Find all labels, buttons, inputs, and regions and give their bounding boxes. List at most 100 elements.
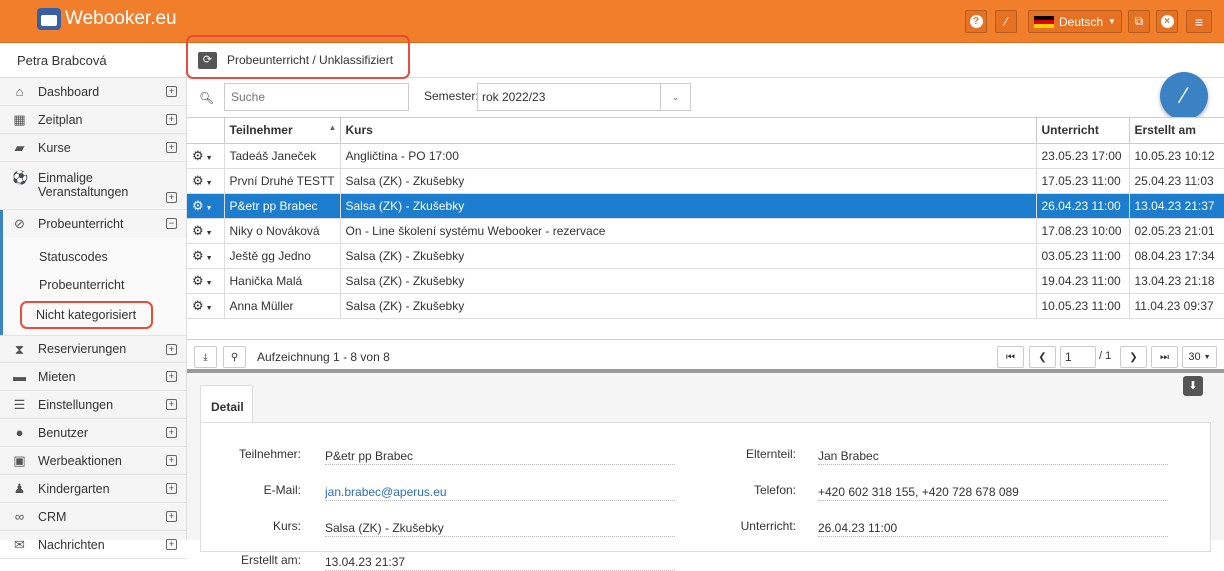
- expand-icon[interactable]: +: [166, 86, 177, 97]
- sidebar-item-kindergarten[interactable]: ♟ Kindergarten +: [0, 475, 186, 503]
- collapse-down-icon[interactable]: ⬇: [1183, 376, 1203, 396]
- download-button[interactable]: ⤓: [194, 346, 217, 368]
- column-erstellt-am[interactable]: Erstellt am: [1129, 118, 1224, 144]
- eye-slash-icon: ⊘: [14, 216, 25, 231]
- expand-icon[interactable]: +: [166, 344, 177, 355]
- external-link-button[interactable]: ⧉: [1128, 10, 1150, 33]
- sidebar-item-werbeaktionen[interactable]: ▣ Werbeaktionen +: [0, 447, 186, 475]
- search-icon[interactable]: 🔍︎: [199, 91, 214, 105]
- row-actions[interactable]: ⚙ ▼: [187, 218, 225, 244]
- sidebar-item-probeunterricht[interactable]: ⊘ Probeunterricht −: [0, 210, 186, 238]
- close-button[interactable]: ×: [1156, 10, 1178, 33]
- table-row[interactable]: ⚙ ▼ Hanička Malá Salsa (ZK) - Zkušebky 19.04…: [187, 268, 1224, 294]
- expand-icon[interactable]: +: [166, 371, 177, 382]
- table-row[interactable]: ⚙ ▼ Niky o Nováková On - Line školení systé…: [187, 218, 1224, 244]
- page-input[interactable]: 1: [1060, 346, 1096, 368]
- sidebar-item-benutzer[interactable]: ● Benutzer +: [0, 419, 186, 447]
- magic-wand-button[interactable]: ⁄: [1160, 72, 1208, 120]
- search-button[interactable]: ⚲: [223, 346, 246, 368]
- column-unterricht[interactable]: Unterricht: [1036, 118, 1130, 144]
- handshake-icon: ∞: [14, 509, 25, 524]
- tab-detail[interactable]: Detail: [200, 385, 253, 423]
- sidebar-item-mieten[interactable]: ▬ Mieten +: [0, 363, 186, 391]
- highlight-box: [186, 35, 410, 79]
- logo[interactable]: Webooker.eu: [37, 8, 177, 30]
- telefon-value: +420 602 318 155, +420 728 678 089: [818, 481, 1168, 501]
- subitem-probeunterricht[interactable]: Probeunterricht: [0, 272, 186, 299]
- kurs-label: Kurs:: [272, 519, 301, 533]
- sidebar-item-einmalige-veranstaltungen[interactable]: ⚽ Einmalige Veranstaltungen +: [0, 162, 186, 210]
- table-row[interactable]: ⚙ ▼ Tadeáš Janeček Angličtina - PO 17:00 23.…: [187, 143, 1224, 169]
- magic-button[interactable]: ⁄: [995, 10, 1017, 33]
- table-row[interactable]: ⚙ ▼ Anna Müller Salsa (ZK) - Zkušebky 10.05.…: [187, 293, 1224, 319]
- sidebar: Petra Brabcová ⌂ Dashboard + ▦ Zeitplan + ▰ K…: [0, 43, 187, 559]
- subitem-statuscodes[interactable]: Statuscodes: [0, 238, 186, 272]
- subitem-nicht-kategorisiert[interactable]: Nicht kategorisiert: [36, 308, 136, 322]
- table-cell: 19.04.23 11:00: [1036, 268, 1130, 294]
- sidebar-item-label: CRM: [38, 509, 67, 524]
- help-button[interactable]: ?: [965, 10, 987, 33]
- collapse-icon[interactable]: −: [166, 218, 177, 229]
- sidebar-item-einstellungen[interactable]: ☰ Einstellungen +: [0, 391, 186, 419]
- language-select[interactable]: Deutsch ▼: [1028, 10, 1122, 33]
- caret-down-icon: ▼: [1108, 17, 1116, 26]
- external-link-icon: ⧉: [1134, 14, 1144, 28]
- gear-icon: ⚙: [192, 197, 204, 213]
- column-label: Teilnehmer: [229, 123, 293, 138]
- sidebar-item-crm[interactable]: ∞ CRM +: [0, 503, 186, 531]
- expand-icon[interactable]: +: [166, 455, 177, 466]
- sidebar-item-zeitplan[interactable]: ▦ Zeitplan +: [0, 106, 186, 134]
- teilnehmer-value: P&etr pp Brabec: [325, 445, 675, 465]
- sidebar-item-dashboard[interactable]: ⌂ Dashboard +: [0, 78, 186, 106]
- expand-icon[interactable]: +: [166, 511, 177, 522]
- last-page-icon: ⏭: [1160, 351, 1169, 363]
- expand-icon[interactable]: +: [166, 192, 177, 203]
- menu-button[interactable]: ≡: [1186, 10, 1212, 33]
- table-cell: Salsa (ZK) - Zkušebky: [340, 293, 1037, 319]
- gear-icon: ⚙: [192, 272, 204, 288]
- row-actions[interactable]: ⚙ ▼: [187, 193, 225, 219]
- row-actions[interactable]: ⚙ ▼: [187, 243, 225, 269]
- table-cell: On - Line školení systému Webooker - rez…: [340, 218, 1037, 244]
- page-total: / 1: [1099, 350, 1112, 362]
- prev-page-button[interactable]: ❮: [1029, 346, 1056, 368]
- row-actions[interactable]: ⚙ ▼: [187, 268, 225, 294]
- next-page-button[interactable]: ❯: [1120, 346, 1147, 368]
- email-link[interactable]: jan.brabec@aperus.eu: [325, 481, 675, 501]
- sidebar-item-label: Probeunterricht: [38, 217, 124, 231]
- expand-icon[interactable]: +: [166, 142, 177, 153]
- sidebar-item-kurse[interactable]: ▰ Kurse +: [0, 134, 186, 162]
- caret-down-icon: ▼: [205, 279, 213, 287]
- sidebar-item-label: Kindergarten: [38, 481, 110, 496]
- row-actions[interactable]: ⚙ ▼: [187, 143, 225, 169]
- caret-down-icon: ▼: [205, 229, 213, 237]
- semester-select[interactable]: rok 2022/23 ⌄: [477, 83, 691, 111]
- table-cell: 25.04.23 11:03: [1129, 168, 1224, 194]
- table-row[interactable]: ⚙ ▼ Ještě gg Jedno Salsa (ZK) - Zkušebky 03.…: [187, 243, 1224, 269]
- table-row[interactable]: ⚙ ▼ První Druhé TESTT Salsa (ZK) - Zkušebky…: [187, 168, 1224, 194]
- table-row[interactable]: ⚙ ▼ P&etr pp Brabec Salsa (ZK) - Zkušebky 26…: [187, 193, 1224, 219]
- column-kurs[interactable]: Kurs: [340, 118, 1037, 144]
- search-input[interactable]: [224, 83, 409, 111]
- table-cell: P&etr pp Brabec: [224, 193, 341, 219]
- expand-icon[interactable]: +: [166, 114, 177, 125]
- table-cell: 03.05.23 11:00: [1036, 243, 1130, 269]
- sliders-icon: ☰: [13, 397, 26, 412]
- sidebar-item-label: Reservierungen: [38, 342, 127, 356]
- sidebar-item-nachrichten[interactable]: ✉ Nachrichten +: [0, 531, 186, 559]
- last-page-button[interactable]: ⏭: [1151, 346, 1178, 368]
- expand-icon[interactable]: +: [166, 539, 177, 550]
- detail-panel: ⬇ Detail Teilnehmer: P&etr pp Brabec E-M…: [187, 373, 1224, 571]
- row-actions[interactable]: ⚙ ▼: [187, 293, 225, 319]
- expand-icon[interactable]: +: [166, 399, 177, 410]
- first-page-button[interactable]: ⏮: [997, 346, 1024, 368]
- column-teilnehmer[interactable]: Teilnehmer ▲: [224, 118, 341, 144]
- child-icon: ♟: [13, 481, 26, 496]
- expand-icon[interactable]: +: [166, 427, 177, 438]
- page-size-select[interactable]: 30 ▼: [1182, 346, 1217, 368]
- sidebar-item-label: Zeitplan: [38, 112, 83, 127]
- row-actions[interactable]: ⚙ ▼: [187, 168, 225, 194]
- sidebar-item-reservierungen[interactable]: ⧗ Reservierungen +: [0, 335, 186, 363]
- expand-icon[interactable]: +: [166, 483, 177, 494]
- hourglass-icon: ⧗: [14, 342, 25, 357]
